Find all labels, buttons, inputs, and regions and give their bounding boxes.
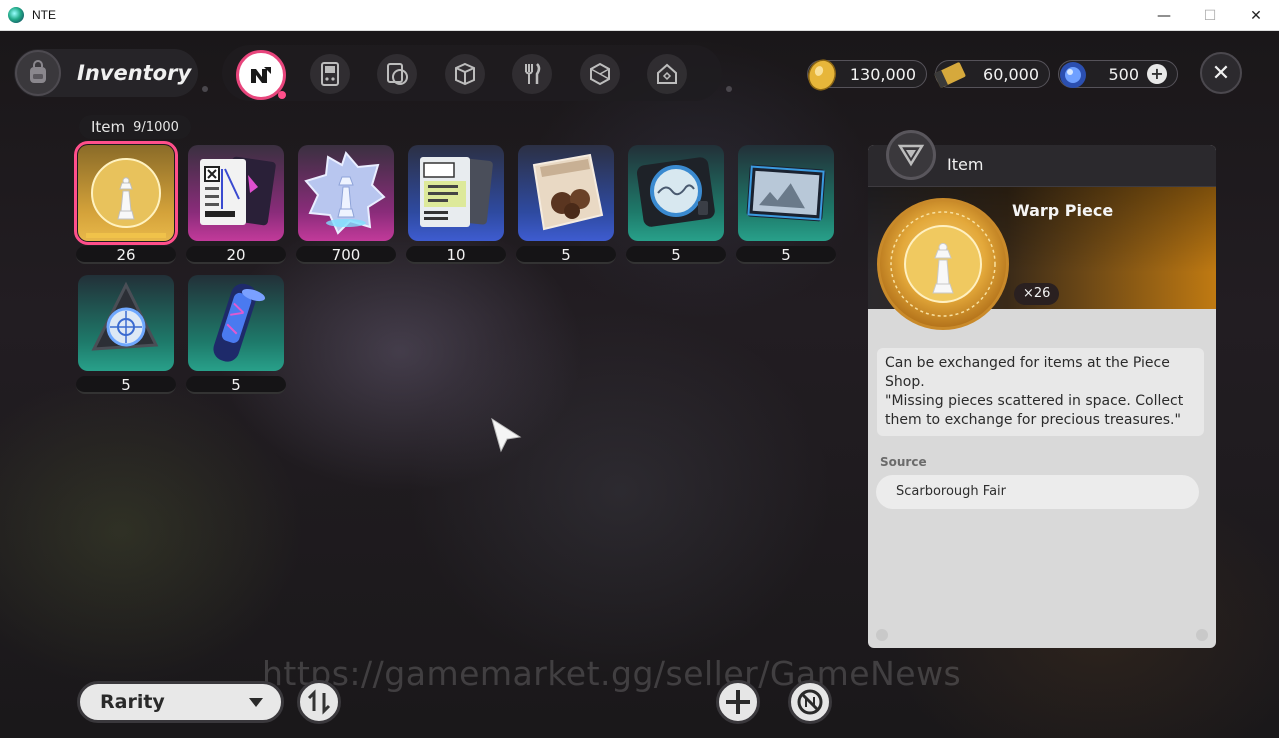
gem-currency[interactable]: 500 + bbox=[1058, 60, 1178, 88]
item-slot-photo[interactable] bbox=[738, 145, 834, 241]
warp-piece-medal-icon bbox=[877, 198, 1009, 330]
gold-currency[interactable]: 130,000 bbox=[807, 59, 927, 91]
gem-amount: 500 bbox=[1108, 64, 1139, 84]
source-label: Source bbox=[880, 455, 927, 469]
tab-items[interactable] bbox=[236, 50, 286, 100]
ticket-amount: 60,000 bbox=[983, 64, 1039, 84]
close-window-button[interactable]: ✕ bbox=[1233, 0, 1279, 31]
category-tabs bbox=[202, 45, 732, 101]
item-qty-5: 5 bbox=[516, 246, 616, 264]
description-line-1: Can be exchanged for items at the Piece … bbox=[885, 355, 1170, 390]
sort-dropdown[interactable]: Rarity bbox=[77, 681, 284, 723]
item-qty-4: 10 bbox=[406, 246, 506, 264]
new-indicator-dot bbox=[278, 91, 286, 99]
inventory-header: Inventory bbox=[14, 49, 198, 97]
item-qty-3: 700 bbox=[296, 246, 396, 264]
gold-amount: 130,000 bbox=[849, 64, 916, 84]
item-qty-8: 5 bbox=[76, 376, 176, 394]
ticket-currency[interactable]: 60,000 bbox=[933, 60, 1050, 89]
card-record-icon bbox=[387, 63, 408, 85]
close-icon: ✕ bbox=[1211, 60, 1231, 86]
close-inventory-button[interactable]: ✕ bbox=[1200, 52, 1242, 94]
item-qty-6: 5 bbox=[626, 246, 726, 264]
item-qty-1: 26 bbox=[76, 246, 176, 264]
item-description: Can be exchanged for items at the Piece … bbox=[877, 348, 1204, 436]
app-icon bbox=[8, 7, 24, 23]
game-screen: Inventory 130,000 60,000 500 + ✕ Item 9/… bbox=[0, 31, 1279, 738]
prohibited-icon bbox=[797, 689, 823, 715]
gold-coin-icon bbox=[808, 59, 836, 91]
item-detail-panel: Item Warp Piece ×26 Can be exchanged for… bbox=[868, 145, 1216, 648]
minimize-button[interactable]: — bbox=[1141, 0, 1187, 31]
backpack-icon bbox=[15, 50, 61, 96]
tab-housing[interactable] bbox=[647, 54, 687, 94]
sort-arrows-icon bbox=[307, 689, 331, 715]
ticket-icon bbox=[933, 62, 966, 89]
page-title: Inventory bbox=[77, 61, 192, 85]
tab-boxes[interactable] bbox=[445, 54, 485, 94]
item-slot-crystal[interactable] bbox=[298, 145, 394, 241]
maximize-button[interactable]: ☐ bbox=[1187, 0, 1233, 31]
item-capacity: 9/1000 bbox=[133, 119, 179, 135]
item-name: Warp Piece bbox=[1012, 201, 1114, 220]
cylinder-canister-icon bbox=[213, 283, 266, 362]
item-slot-device[interactable] bbox=[628, 145, 724, 241]
item-owned-qty: ×26 bbox=[1014, 283, 1060, 305]
item-slot-shard[interactable] bbox=[78, 275, 174, 371]
mouse-cursor-icon bbox=[491, 417, 522, 453]
box-icon bbox=[455, 62, 475, 86]
crosshair-move-icon bbox=[726, 690, 750, 714]
tab-scroll-dot-right bbox=[726, 86, 732, 92]
item-count-label: Item 9/1000 bbox=[79, 115, 191, 139]
add-gem-button[interactable]: + bbox=[1147, 64, 1167, 84]
handheld-console-icon bbox=[321, 62, 339, 86]
item-slot-cards[interactable] bbox=[188, 145, 284, 241]
item-qty-7: 5 bbox=[736, 246, 836, 264]
fork-knife-icon bbox=[525, 63, 541, 84]
panel-corner-dot-left bbox=[876, 629, 888, 641]
item-slot-warp-piece[interactable] bbox=[74, 141, 178, 245]
snack-bag-icon bbox=[532, 153, 604, 231]
tab-scroll-dot-left bbox=[202, 86, 208, 92]
photo-frame-icon bbox=[746, 164, 826, 222]
window-controls: — ☐ ✕ bbox=[1141, 0, 1279, 31]
source-link[interactable]: Scarborough Fair bbox=[876, 475, 1199, 509]
item-qty-2: 20 bbox=[186, 246, 286, 264]
tab-gadgets[interactable] bbox=[310, 54, 350, 94]
tab-materials[interactable] bbox=[580, 54, 620, 94]
sort-label: Rarity bbox=[100, 691, 165, 713]
panel-corner-dot-right bbox=[1196, 629, 1208, 641]
item-category-label: Item bbox=[91, 118, 126, 136]
tape-device-icon bbox=[636, 157, 715, 227]
sort-order-button[interactable] bbox=[297, 680, 341, 724]
crystal-shard-icon bbox=[91, 281, 159, 351]
cards-icon bbox=[200, 156, 276, 226]
discard-button[interactable] bbox=[788, 680, 832, 724]
crystal-icon bbox=[304, 151, 386, 235]
category-emblem-icon bbox=[886, 130, 936, 180]
move-button[interactable] bbox=[716, 680, 760, 724]
caret-down-icon bbox=[249, 698, 263, 707]
warp-piece-icon bbox=[86, 158, 166, 238]
blue-gem-icon bbox=[1060, 62, 1086, 88]
window-title: NTE bbox=[32, 8, 56, 22]
detail-category: Item bbox=[947, 155, 984, 174]
item-qty-9: 5 bbox=[186, 376, 286, 394]
item-slot-cylinder[interactable] bbox=[188, 275, 284, 371]
tab-food[interactable] bbox=[512, 54, 552, 94]
tab-cards[interactable] bbox=[377, 54, 417, 94]
house-icon bbox=[657, 63, 677, 84]
item-slot-snack[interactable] bbox=[518, 145, 614, 241]
ticket-cards-icon bbox=[420, 157, 493, 227]
items-tab-icon bbox=[251, 67, 271, 83]
watermark-text: https://gamemarket.gg/seller/GameNews bbox=[262, 654, 962, 693]
description-line-2: "Missing pieces scattered in space. Coll… bbox=[885, 393, 1184, 428]
cube-material-icon bbox=[590, 62, 610, 86]
item-slot-cards-blue[interactable] bbox=[408, 145, 504, 241]
window-titlebar: NTE — ☐ ✕ bbox=[0, 0, 1279, 31]
